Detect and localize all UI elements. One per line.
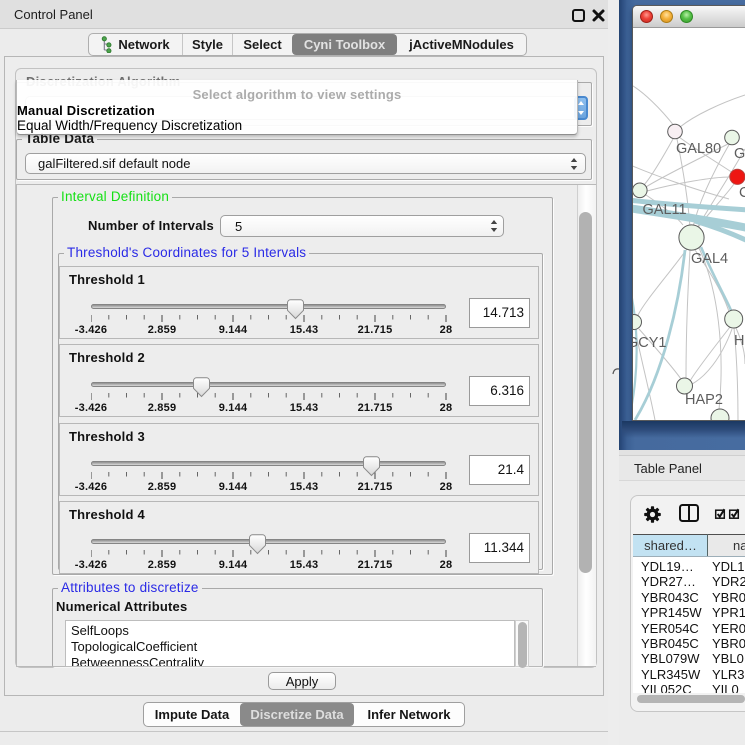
svg-text:G.: G. bbox=[734, 146, 745, 162]
svg-text:GAL11: GAL11 bbox=[643, 202, 687, 218]
svg-text:GAL4: GAL4 bbox=[691, 251, 728, 267]
svg-text:C: C bbox=[739, 185, 745, 201]
svg-text:HAP2: HAP2 bbox=[685, 392, 723, 408]
svg-text:GCY1: GCY1 bbox=[633, 335, 667, 351]
svg-text:H: H bbox=[734, 333, 744, 349]
svg-text:GAL80: GAL80 bbox=[676, 141, 721, 157]
